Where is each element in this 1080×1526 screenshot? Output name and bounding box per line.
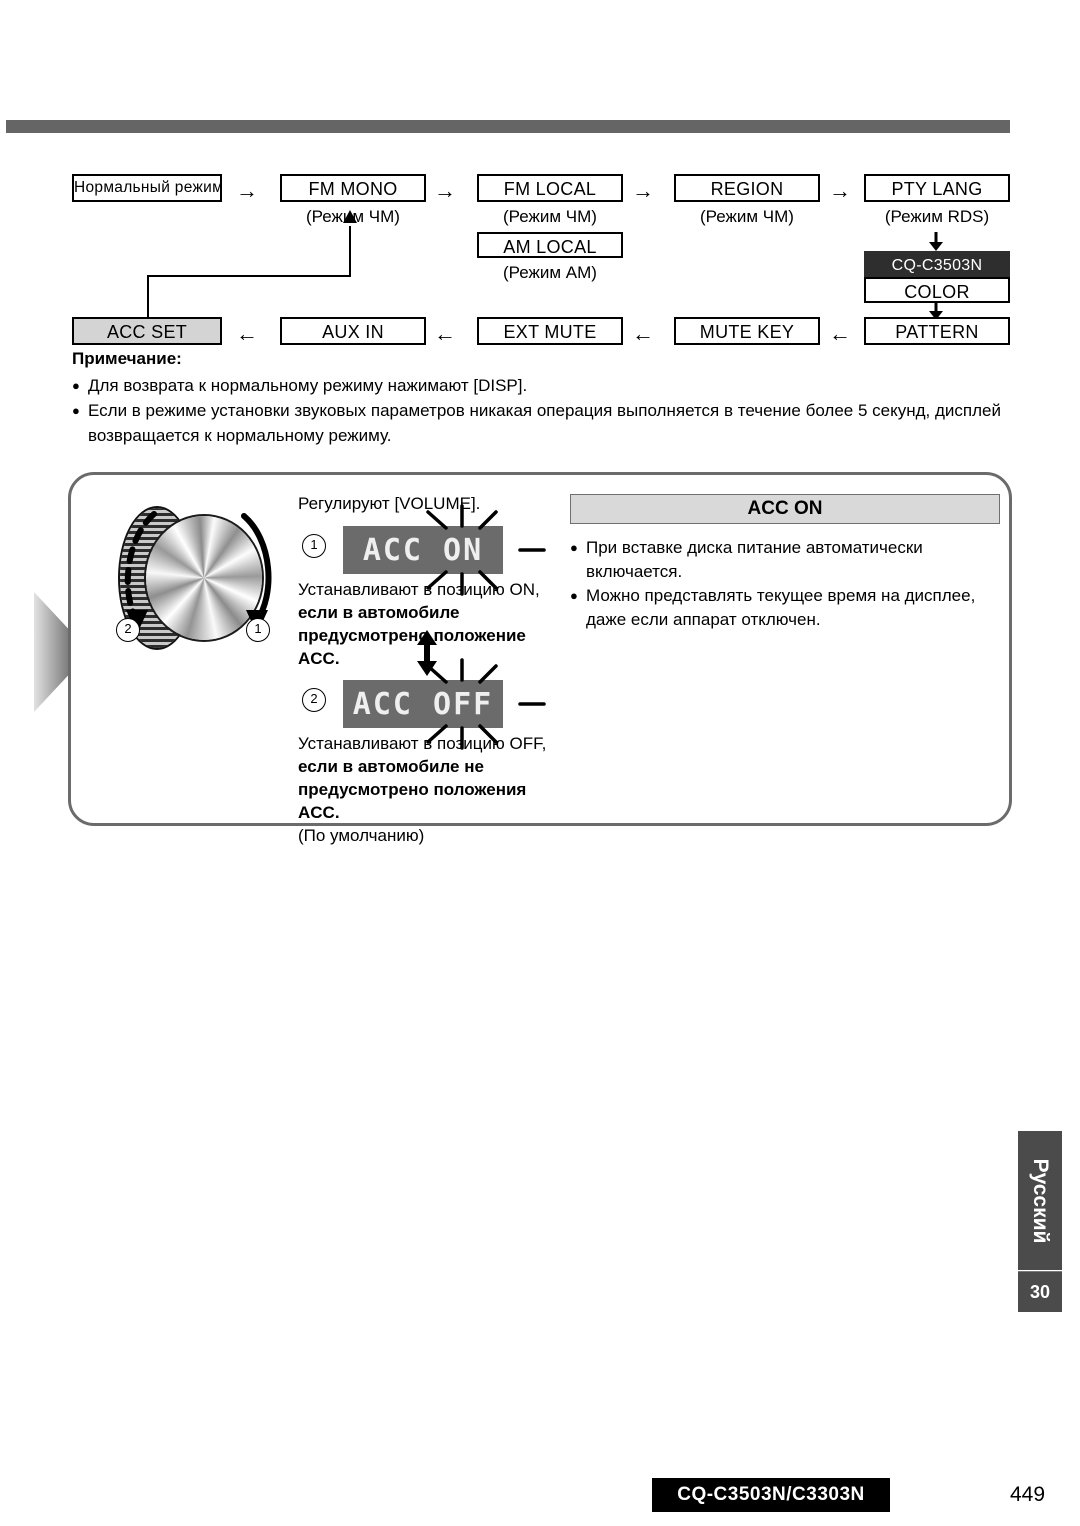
arrow-right-icon: → — [236, 178, 258, 203]
lcd-text: ACC OFF — [352, 686, 494, 722]
arrow-right-icon: → — [632, 178, 654, 203]
flow-node-label: CQ-C3503N — [891, 257, 983, 274]
flow-sublabel-pty-lang: (Режим RDS) — [884, 207, 990, 226]
step-lead-text: Регулируют [VOLUME]. — [298, 494, 481, 513]
flow-node-pty-lang: PTY LANG — [864, 174, 1010, 202]
note-item: ● Если в режиме установки звуковых парам… — [72, 398, 1012, 448]
flow-node-label: Нормальный режим — [74, 179, 224, 196]
arrow-left-icon: ← — [434, 321, 456, 346]
manual-page: Нормальный режим → FM MONO (Режим ЧМ) → … — [0, 0, 1080, 1526]
mode-flow-diagram: Нормальный режим → FM MONO (Режим ЧМ) → … — [0, 150, 1080, 345]
acc-on-callout-text: При вставке диска питание автоматически … — [586, 538, 923, 581]
arrow-up-icon — [343, 210, 357, 223]
step-2-caption-tail: (По умолчанию) — [298, 826, 425, 845]
flow-sublabel-am-local: (Режим АМ) — [503, 263, 597, 282]
side-page-number: 30 — [1018, 1271, 1062, 1312]
step-2-caption: Устанавливают в позицию OFF, если в авто… — [298, 732, 568, 847]
flow-sublabel-region: (Режим ЧМ) — [700, 207, 794, 226]
acc-on-callout-list: ● При вставке диска питание автоматическ… — [570, 536, 1000, 632]
flow-node-normal: Нормальный режим — [72, 174, 224, 202]
note-text: Для возврата к нормальному режиму нажима… — [88, 373, 1012, 398]
acc-on-callout: ACC ON ● При вставке диска питание автом… — [570, 494, 1000, 632]
acc-on-callout-item: ● Можно представлять текущее время на ди… — [570, 584, 1000, 632]
lcd-display-acc-off: ACC OFF — [343, 680, 503, 728]
loop-line-vertical-left — [147, 275, 149, 317]
note-item: ● Для возврата к нормальному режиму нажи… — [72, 373, 1012, 398]
flow-node-label: REGION — [710, 179, 784, 199]
step-2-caption-bold: если в автомобиле не предусмотрено полож… — [298, 757, 527, 822]
flow-sublabel-fm-local: (Режим ЧМ) — [503, 207, 597, 226]
flow-node-ext-mute: EXT MUTE — [477, 317, 623, 345]
flow-node-label: PTY LANG — [891, 179, 983, 199]
knob-marker-1: 1 — [246, 618, 270, 642]
step-number-2: 2 — [302, 688, 326, 712]
flow-node-mute-key: MUTE KEY — [674, 317, 820, 345]
step-1-caption-bold: если в автомобиле предусмотрено положени… — [298, 603, 526, 668]
flow-node-label: FM MONO — [308, 179, 398, 199]
flow-node-model: CQ-C3503N — [864, 251, 1010, 277]
flow-node-label: AUX IN — [322, 322, 384, 342]
language-side-tab: Русский — [1018, 1131, 1062, 1270]
notes-block: Примечание: ● Для возврата к нормальному… — [72, 348, 1012, 448]
loop-line-vertical-right — [349, 226, 351, 277]
arrow-left-icon: ← — [236, 321, 258, 346]
arrow-left-icon: ← — [632, 321, 654, 346]
bullet-icon: ● — [72, 403, 80, 418]
lcd-display-acc-on: ACC ON — [343, 526, 503, 574]
notes-title: Примечание: — [72, 349, 182, 368]
arrow-right-icon: → — [434, 178, 456, 203]
step-1-caption-normal: Устанавливают в позицию ON, — [298, 580, 540, 599]
knob-marker-2: 2 — [116, 618, 140, 642]
note-text-value: Если в режиме установки звуковых парамет… — [88, 401, 1001, 445]
flow-node-label: FM LOCAL — [503, 179, 597, 199]
flow-node-region: REGION — [674, 174, 820, 202]
lcd-text: ACC ON — [362, 532, 484, 568]
note-text-value: Для возврата к нормальному режиму нажима… — [88, 376, 528, 395]
step-2-caption-normal: Устанавливают в позицию OFF, — [298, 734, 547, 753]
bullet-icon: ● — [570, 540, 578, 555]
acc-on-callout-item: ● При вставке диска питание автоматическ… — [570, 536, 1000, 584]
flow-node-fm-local: FM LOCAL — [477, 174, 623, 202]
bullet-icon: ● — [570, 588, 578, 603]
flow-node-label: PATTERN — [895, 322, 979, 342]
language-side-tab-label: Русский — [1029, 1158, 1052, 1243]
step-lead: Регулируют [VOLUME]. — [298, 492, 558, 516]
flow-node-color: COLOR — [864, 277, 1010, 303]
arrow-up-down-icon — [417, 630, 437, 676]
flow-node-label: MUTE KEY — [699, 322, 795, 342]
model-tag: CQ-C3503N/C3303N — [652, 1478, 890, 1512]
note-text: Если в режиме установки звуковых парамет… — [88, 398, 1012, 448]
arrow-down-icon — [929, 232, 943, 251]
flow-node-pattern: PATTERN — [864, 317, 1010, 345]
flow-node-acc-set: ACC SET — [72, 317, 222, 345]
flow-node-label: COLOR — [904, 282, 970, 302]
acc-on-callout-text: Можно представлять текущее время на дисп… — [586, 586, 976, 629]
page-folio: 449 — [1010, 1483, 1046, 1506]
flow-node-label: EXT MUTE — [503, 322, 597, 342]
flow-node-fm-mono: FM MONO — [280, 174, 426, 202]
header-rule — [6, 120, 1010, 133]
flow-node-label: ACC SET — [106, 322, 188, 342]
flow-node-label: AM LOCAL — [503, 237, 597, 257]
loop-line-horizontal — [147, 275, 351, 277]
step-number-1: 1 — [302, 534, 326, 558]
arrow-right-icon: → — [829, 178, 851, 203]
volume-knob-illustration: 2 1 — [96, 498, 296, 658]
flow-node-aux-in: AUX IN — [280, 317, 426, 345]
flow-node-am-local: AM LOCAL — [477, 232, 623, 258]
bullet-icon: ● — [72, 378, 80, 393]
acc-on-callout-title: ACC ON — [570, 494, 1000, 524]
procedure-steps: Регулируют [VOLUME]. — [298, 492, 558, 524]
arrow-left-icon: ← — [829, 321, 851, 346]
